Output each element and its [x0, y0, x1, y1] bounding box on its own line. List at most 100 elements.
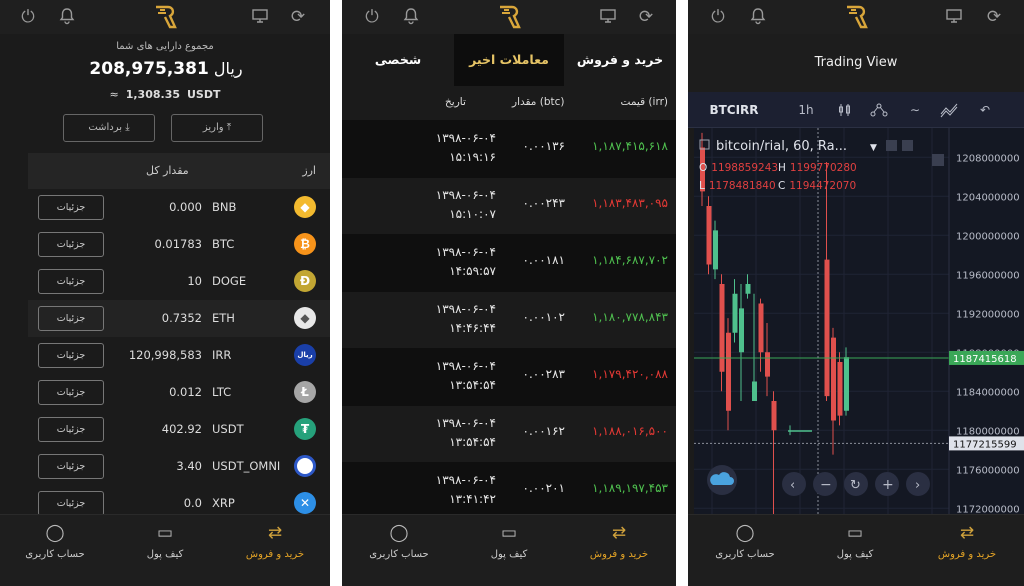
trade-amount: ۰.۰۰۲۴۳	[522, 196, 566, 210]
data-window-icon[interactable]	[932, 154, 944, 166]
details-button[interactable]: جزئیات	[38, 306, 104, 331]
nav-profile[interactable]: ◯ حساب کاربری	[0, 523, 110, 560]
trade-datetime: ۱۳۹۸-۰۶-۰۴ ۱۵:۱۹:۱۶	[396, 129, 496, 167]
withdraw-button[interactable]: برداشت ⤓	[63, 114, 155, 142]
nav-trade[interactable]: ⇄ خرید و فروش	[220, 523, 330, 560]
trade-datetime: ۱۳۹۸-۰۶-۰۴ ۱۵:۱۰:۰۷	[396, 186, 496, 224]
wallet-icon: ▭	[846, 523, 864, 543]
candle-body	[824, 259, 830, 397]
settings-icon[interactable]	[886, 140, 897, 151]
col-currency: ارز	[302, 164, 316, 177]
trade-price: ۱,۱۷۹,۴۲۰,۰۸۸	[592, 367, 668, 381]
asset-summary: مجموع دارایی های شما ریال 208,975,381 ≈ …	[0, 34, 330, 152]
candle-body	[726, 332, 731, 411]
details-button[interactable]: جزئیات	[38, 232, 104, 257]
user-icon: ◯	[735, 523, 755, 543]
power-icon[interactable]: ⏻	[362, 7, 382, 27]
trade-date: ۱۳۹۸-۰۶-۰۴	[435, 416, 496, 430]
tab-recent-trades[interactable]: معاملات اخیر	[454, 34, 564, 86]
undo-icon[interactable]: ↶	[970, 92, 1000, 128]
trade-amount: ۰.۰۰۱۸۱	[522, 253, 566, 267]
refresh-icon[interactable]: ⟳	[984, 7, 1004, 27]
monitor-icon[interactable]	[944, 7, 964, 27]
trade-time: ۱۵:۱۹:۱۶	[449, 150, 496, 164]
refresh-icon[interactable]: ⟳	[636, 7, 656, 27]
details-button[interactable]: جزئیات	[38, 380, 104, 405]
col-total: مقدار کل	[146, 164, 189, 177]
nav-trade[interactable]: ⇄ خرید و فروش	[912, 523, 1022, 560]
coin-icon: ◆	[294, 196, 316, 218]
asset-row: جزئیات 402.92 USDT ₮	[28, 411, 330, 448]
candle-body	[732, 293, 738, 333]
nav-profile[interactable]: ◯ حساب کاربری	[690, 523, 800, 560]
nav-trade[interactable]: ⇄ خرید و فروش	[564, 523, 674, 560]
wallet-icon: ▭	[156, 523, 174, 543]
trade-tabs: شخصی معاملات اخیر خرید و فروش	[342, 34, 676, 86]
compare-icon[interactable]	[932, 92, 966, 128]
ohlc-close: C 1194472070	[778, 180, 856, 192]
nav-wallet[interactable]: ▭ کیف پول	[110, 523, 220, 560]
asset-amount: 0.0	[183, 496, 202, 510]
tradingview-screen: ⏻ ⟳ Trading View BTCIRR 1h ∼ ↶ 120800000…	[688, 0, 1024, 586]
tab-personal[interactable]: شخصی	[342, 34, 454, 86]
minus-icon: −	[820, 477, 832, 493]
details-button[interactable]: جزئیات	[38, 343, 104, 368]
line-icon[interactable]: ∼	[900, 92, 930, 128]
nav-trade-label: خرید و فروش	[245, 549, 305, 560]
chevron-left-icon: ‹	[790, 478, 795, 493]
details-button[interactable]: جزئیات	[38, 269, 104, 294]
symbol-button[interactable]: BTCIRR	[694, 92, 774, 128]
trade-date: ۱۳۹۸-۰۶-۰۴	[435, 302, 496, 316]
asset-row: جزئیات 3.40 USDT_OMNI	[28, 448, 330, 485]
trade-row: ۱۳۹۸-۰۶-۰۴ ۱۴:۴۶:۴۴ ۰.۰۰۱۰۲ ۱,۱۸۰,۷۷۸,۸۴۳	[342, 291, 676, 349]
legend-title: bitcoin/rial, 60, Ra...	[716, 139, 847, 154]
coin-icon: Ð	[294, 270, 316, 292]
bell-icon[interactable]	[57, 7, 77, 27]
candlestick-chart[interactable]: 1208000000 1204000000 1200000000 1196000000…	[694, 128, 1024, 523]
close-icon[interactable]	[902, 140, 913, 151]
user-icon: ◯	[389, 523, 409, 543]
ohlc-high: H 1199770280	[778, 162, 857, 174]
asset-symbol: IRR	[212, 348, 232, 362]
details-button[interactable]: جزئیات	[38, 491, 104, 516]
trade-datetime: ۱۳۹۸-۰۶-۰۴ ۱۴:۴۶:۴۴	[396, 300, 496, 338]
asset-symbol: BNB	[212, 200, 237, 214]
nav-wallet[interactable]: ▭ کیف پول	[454, 523, 564, 560]
bell-icon[interactable]	[748, 7, 768, 27]
monitor-icon[interactable]	[598, 7, 618, 27]
power-icon[interactable]: ⏻	[18, 7, 38, 27]
details-button[interactable]: جزئیات	[38, 195, 104, 220]
trade-price: ۱,۱۸۹,۱۹۷,۴۵۳	[592, 481, 668, 495]
legend-dropdown-icon[interactable]: ▼	[870, 143, 877, 153]
asset-symbol: BTC	[212, 237, 235, 251]
nav-profile[interactable]: ◯ حساب کاربری	[344, 523, 454, 560]
trade-date: ۱۳۹۸-۰۶-۰۴	[435, 359, 496, 373]
price-tick-label: 1200000000	[956, 231, 1020, 242]
bell-icon[interactable]	[401, 7, 421, 27]
indicators-icon[interactable]	[862, 92, 896, 128]
wallet-screen: ⏻ ⟳ مجموع دارایی های شما ریال 208,975,38…	[0, 0, 330, 586]
top-bar: ⏻ ⟳	[688, 0, 1024, 34]
asset-symbol: USDT	[212, 422, 244, 436]
rial-unit: ریال	[213, 59, 243, 78]
interval-button[interactable]: 1h	[788, 92, 824, 128]
candle-body	[752, 381, 757, 401]
asset-amount: 402.92	[161, 422, 202, 436]
approx-sign: ≈	[109, 88, 119, 101]
price-tick-label: 1180000000	[956, 426, 1020, 437]
coin-icon: ₮	[294, 418, 316, 440]
refresh-icon[interactable]: ⟳	[288, 7, 308, 27]
details-button[interactable]: جزئیات	[38, 417, 104, 442]
crosshair-price-label: 1177215599	[953, 439, 1017, 450]
trade-price: ۱,۱۸۴,۶۸۷,۷۰۲	[592, 253, 668, 267]
nav-wallet[interactable]: ▭ کیف پول	[800, 523, 910, 560]
details-button[interactable]: جزئیات	[38, 454, 104, 479]
coin-icon: ◆	[294, 307, 316, 329]
candles-icon[interactable]	[828, 92, 862, 128]
candle-body	[758, 303, 764, 353]
power-icon[interactable]: ⏻	[708, 7, 728, 27]
deposit-button[interactable]: واریز ⤒	[171, 114, 263, 142]
exchange-icon: ⇄	[267, 523, 283, 543]
tab-buy-sell[interactable]: خرید و فروش	[564, 34, 676, 86]
monitor-icon[interactable]	[250, 7, 270, 27]
